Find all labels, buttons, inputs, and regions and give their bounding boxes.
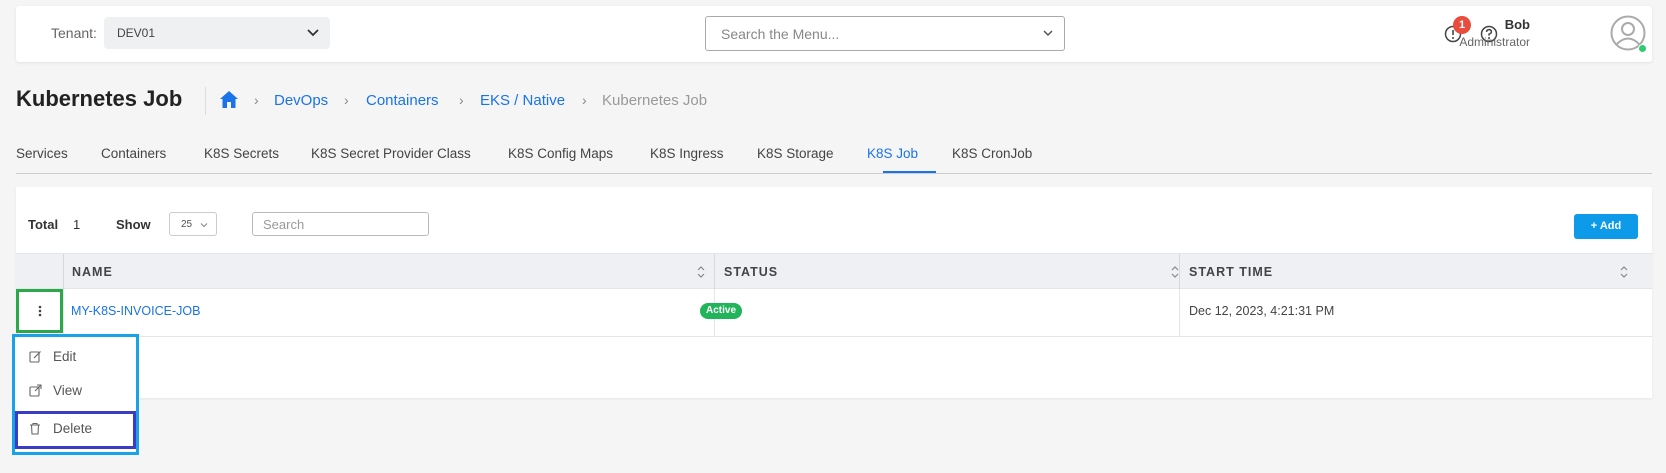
chevron-down-icon <box>1043 30 1053 37</box>
page-size-select[interactable]: 25 <box>169 212 217 236</box>
tab-k8s-secret-provider-class[interactable]: K8S Secret Provider Class <box>311 146 471 161</box>
kebab-menu-icon <box>38 305 42 317</box>
total-label: Total <box>28 217 59 232</box>
tenant-select[interactable]: DEV01 <box>104 17 330 49</box>
show-label: Show <box>116 217 151 232</box>
cell-separator <box>1179 289 1180 337</box>
start-time-cell: Dec 12, 2023, 4:21:31 PM <box>1189 304 1335 318</box>
tab-k8s-cronjob[interactable]: K8S CronJob <box>952 146 1032 161</box>
column-separator <box>714 254 715 290</box>
column-separator <box>63 254 64 290</box>
tab-k8s-config-maps[interactable]: K8S Config Maps <box>508 146 613 161</box>
tenant-value: DEV01 <box>117 26 156 40</box>
tab-bar: Services Containers K8S Secrets K8S Secr… <box>16 146 1652 174</box>
user-role: Administrator <box>1459 35 1530 49</box>
column-header-name[interactable]: NAME <box>72 265 113 279</box>
breadcrumb-separator: › <box>344 92 349 108</box>
user-name: Bob <box>1504 17 1530 32</box>
chevron-down-icon <box>200 223 208 228</box>
sort-icon[interactable] <box>696 265 706 279</box>
sort-icon[interactable] <box>1619 265 1629 279</box>
page-size-value: 25 <box>181 219 193 230</box>
trash-icon <box>30 422 40 435</box>
job-name-link[interactable]: MY-K8S-INVOICE-JOB <box>71 304 200 318</box>
menu-item-delete-label: Delete <box>53 421 93 436</box>
column-header-start-time[interactable]: START TIME <box>1189 265 1273 279</box>
column-separator <box>1179 254 1180 290</box>
row-actions-button[interactable] <box>16 289 63 333</box>
breadcrumb-separator: › <box>582 92 587 108</box>
external-link-icon <box>29 384 42 397</box>
menu-search-placeholder: Search the Menu... <box>721 26 840 42</box>
column-header-status[interactable]: STATUS <box>724 265 778 279</box>
status-badge: Active <box>700 303 743 319</box>
breadcrumb-current: Kubernetes Job <box>602 92 708 109</box>
edit-icon <box>29 351 41 363</box>
title-divider <box>205 87 206 115</box>
menu-item-edit[interactable]: Edit <box>15 341 136 373</box>
breadcrumb-eks-native[interactable]: EKS / Native <box>480 92 565 109</box>
chevron-down-icon <box>307 29 319 37</box>
breadcrumb-devops[interactable]: DevOps <box>274 92 328 109</box>
tab-k8s-ingress[interactable]: K8S Ingress <box>650 146 724 161</box>
tab-k8s-storage[interactable]: K8S Storage <box>757 146 834 161</box>
job-grid-panel: Total 1 Show 25 + Add NAME STATUS START … <box>16 187 1652 398</box>
menu-item-edit-label: Edit <box>53 349 77 364</box>
breadcrumb-separator: › <box>459 92 464 108</box>
menu-item-delete[interactable]: Delete <box>15 411 136 449</box>
alert-count-badge: 1 <box>1453 16 1471 34</box>
active-tab-indicator <box>883 171 936 173</box>
tab-containers[interactable]: Containers <box>101 146 166 161</box>
tab-k8s-job[interactable]: K8S Job <box>867 146 918 161</box>
table-row: MY-K8S-INVOICE-JOB Active Dec 12, 2023, … <box>16 289 1652 337</box>
add-button[interactable]: + Add <box>1574 214 1638 239</box>
grid-search-input[interactable] <box>252 212 429 236</box>
row-actions-menu: Edit View Delete <box>12 334 139 455</box>
menu-item-view-label: View <box>53 383 83 398</box>
menu-item-view[interactable]: View <box>15 375 136 407</box>
breadcrumb-containers[interactable]: Containers <box>366 92 439 109</box>
cell-separator <box>63 289 64 337</box>
page-title: Kubernetes Job <box>16 86 183 111</box>
top-header: Tenant: DEV01 Search the Menu... 1 Bob A… <box>16 6 1652 62</box>
home-icon[interactable] <box>219 90 239 109</box>
table-header: NAME STATUS START TIME <box>16 253 1652 290</box>
online-status-dot <box>1638 44 1647 53</box>
tenant-label: Tenant: <box>51 25 97 41</box>
menu-search-input[interactable]: Search the Menu... <box>705 16 1065 51</box>
tab-services[interactable]: Services <box>16 146 68 161</box>
total-value: 1 <box>73 217 81 232</box>
breadcrumb-separator: › <box>254 92 259 108</box>
tab-k8s-secrets[interactable]: K8S Secrets <box>204 146 279 161</box>
